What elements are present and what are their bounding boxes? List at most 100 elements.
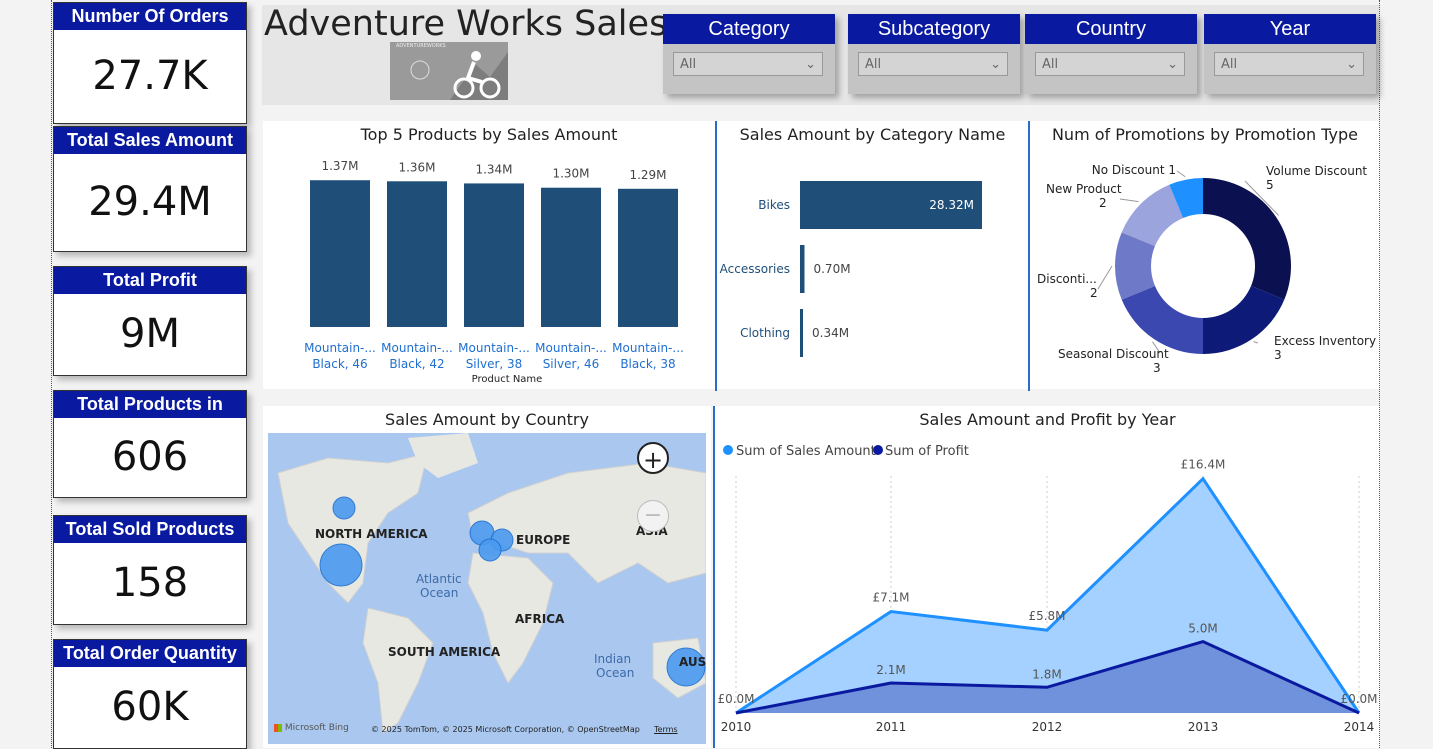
adventure-works-logo: ADVENTUREWORKS [390, 42, 508, 100]
slicer-value: All [1042, 57, 1059, 72]
top-products-panel: Top 5 Products by Sales Amount 1.37M Moun… [263, 121, 715, 389]
promotions-panel: Num of Promotions by Promotion Type Volu… [1030, 121, 1380, 389]
slicer-year: Year All ⌄ [1204, 14, 1376, 94]
promotions-donut-chart: Volume Discount5Excess Inventory3Seasona… [1037, 163, 1376, 375]
data-label: 5.0M [1188, 622, 1217, 636]
page-title: Adventure Works Sales [264, 4, 668, 44]
data-label: £16.4M [1181, 458, 1226, 472]
slicer-dropdown[interactable]: All ⌄ [1214, 52, 1364, 76]
bing-text: Microsoft Bing [284, 723, 349, 733]
data-label: 1.36M [398, 160, 435, 174]
kpi-value: 158 [111, 560, 189, 606]
bar [310, 180, 370, 327]
tick-label: Mountain-... [612, 341, 684, 355]
slicer-title: Country [1025, 14, 1197, 44]
kpi-value: 9M [120, 311, 180, 357]
donut-slice [1203, 285, 1285, 354]
tick-label: Mountain-... [535, 341, 607, 355]
data-label: 0.34M [812, 326, 849, 340]
legend-label: Sum of Sales Amount [736, 444, 876, 459]
data-label: £7.1M [872, 591, 909, 605]
tick-label: Mountain-... [304, 341, 376, 355]
bar [464, 183, 524, 327]
kpi-value: 29.4M [88, 179, 212, 225]
data-label: 1.29M [629, 168, 666, 182]
kpi-title: Total Order Quantity [54, 640, 246, 667]
kpi-value: 606 [111, 434, 189, 480]
tick-label: Silver, 46 [543, 357, 600, 371]
tick-label: Black, 46 [312, 357, 367, 371]
kpi-card: Total Profit 9M [53, 266, 247, 376]
map-label: NORTH AMERICA [315, 527, 428, 541]
world-map[interactable]: NORTH AMERICA EUROPE ASIA AFRICA SOUTH A… [268, 433, 706, 744]
bar [541, 187, 601, 327]
chevron-down-icon: ⌄ [1346, 57, 1357, 72]
chevron-down-icon: ⌄ [990, 57, 1001, 72]
zoom-in-button[interactable]: + [637, 442, 669, 474]
legend-marker [723, 445, 733, 455]
zoom-out-button[interactable]: − [637, 500, 669, 532]
slicer-dropdown[interactable]: All ⌄ [673, 52, 823, 76]
tick-label: Accessories [720, 262, 790, 276]
kpi-title: Total Profit [54, 267, 246, 294]
kpi-card: Total Order Quantity 60K [53, 639, 247, 749]
terms-link[interactable]: Terms [654, 725, 678, 734]
slicer-title: Subcategory [848, 14, 1020, 44]
slicer-category: Category All ⌄ [663, 14, 835, 94]
data-label: 1.34M [475, 162, 512, 176]
tick-label: Black, 38 [620, 357, 675, 371]
kpi-card: Total Sold Products 158 [53, 515, 247, 625]
tick-label: 2011 [876, 720, 907, 734]
bar [618, 188, 678, 327]
slice-value: 2 [1099, 196, 1107, 210]
map-label: Ocean [420, 586, 459, 600]
legend-label: Sum of Profit [885, 444, 969, 459]
data-label: 1.8M [1032, 667, 1061, 681]
tick-label: 2012 [1032, 720, 1063, 734]
leader-line [1119, 198, 1139, 203]
leader-line [1176, 170, 1186, 178]
tick-label: Black, 42 [389, 357, 444, 371]
slicer-dropdown[interactable]: All ⌄ [858, 52, 1008, 76]
map-label: Ocean [596, 666, 635, 680]
slice-label: Excess Inventory [1274, 334, 1376, 348]
map-attribution: © 2025 TomTom, © 2025 Microsoft Corporat… [371, 725, 640, 734]
slice-label: Seasonal Discount [1058, 347, 1169, 361]
tick-label: Bikes [758, 198, 790, 212]
slicer-value: All [680, 57, 697, 72]
donut-slice [1203, 178, 1291, 300]
chart-title: Sales Amount by Country [385, 410, 589, 429]
data-label: 2.1M [876, 663, 905, 677]
donut-slice [1121, 285, 1203, 354]
slicer-country: Country All ⌄ [1025, 14, 1197, 94]
slice-label: New Product [1046, 182, 1122, 196]
slicer-dropdown[interactable]: All ⌄ [1035, 52, 1185, 76]
tick-label: 2010 [721, 720, 752, 734]
data-label: £0.0M [717, 692, 754, 706]
chevron-down-icon: ⌄ [805, 57, 816, 72]
data-label: 0.70M [813, 262, 850, 276]
kpi-card: Number Of Orders 27.7K [53, 2, 247, 124]
data-label: 1.30M [552, 167, 589, 181]
slicer-subcategory: Subcategory All ⌄ [848, 14, 1020, 94]
slice-label: Disconti... [1037, 272, 1097, 286]
kpi-title: Total Sold Products [54, 516, 246, 543]
map-label: EUROPE [516, 533, 571, 547]
slice-label: Volume Discount [1266, 164, 1367, 178]
slice-label: No Discount 1 [1092, 163, 1176, 177]
axis-label: Product Name [472, 374, 543, 385]
kpi-value: 27.7K [92, 53, 208, 99]
tick-label: Mountain-... [381, 341, 453, 355]
sales-profit-panel: Sales Amount and Profit by Year Sum of S… [715, 406, 1380, 748]
chevron-down-icon: ⌄ [1167, 57, 1178, 72]
slice-value: 2 [1090, 286, 1098, 300]
slice-value: 3 [1153, 361, 1161, 375]
map-label: Atlantic [416, 572, 462, 586]
microsoft-logo-icon [274, 723, 282, 732]
category-sales-chart: Bikes 28.32M Accessories 0.70M Clothing 0.34M [720, 181, 982, 357]
data-label: £0.0M [1340, 692, 1377, 706]
map-label: AUST [679, 655, 706, 669]
data-label: 1.37M [321, 159, 358, 173]
slicer-value: All [1221, 57, 1238, 72]
kpi-value: 60K [111, 684, 189, 730]
